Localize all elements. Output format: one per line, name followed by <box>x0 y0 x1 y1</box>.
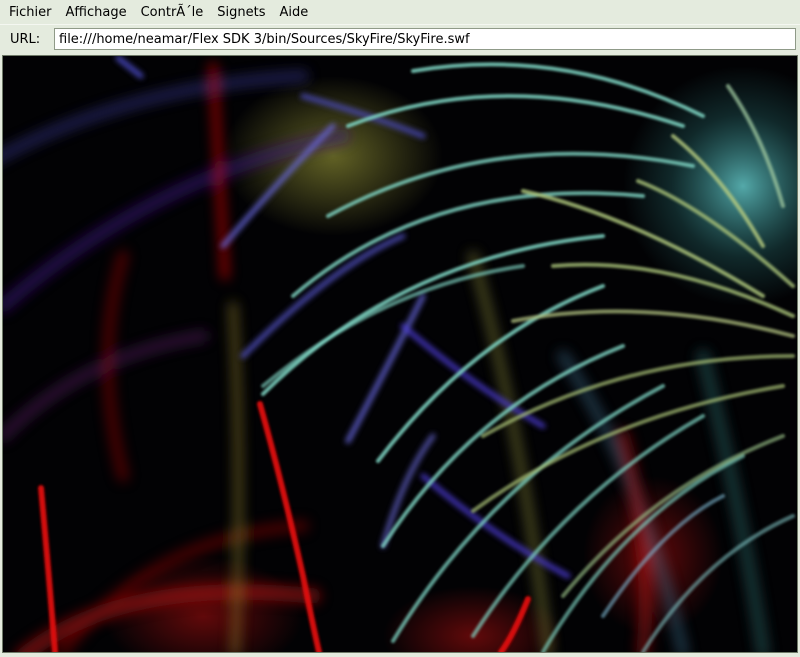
menu-bar: Fichier Affichage ContrÃ´le Signets Aide <box>0 0 800 24</box>
fireworks-canvas <box>3 56 797 652</box>
menu-controle[interactable]: ContrÃ´le <box>134 3 211 22</box>
url-bar: URL: <box>0 24 800 53</box>
menu-aide[interactable]: Aide <box>273 3 316 22</box>
flash-stage[interactable] <box>2 55 798 653</box>
url-label: URL: <box>10 31 41 47</box>
menu-fichier[interactable]: Fichier <box>2 3 59 22</box>
menu-affichage[interactable]: Affichage <box>59 3 134 22</box>
flash-player-window: Fichier Affichage ContrÃ´le Signets Aide… <box>0 0 800 657</box>
menu-signets[interactable]: Signets <box>210 3 272 22</box>
url-input[interactable] <box>54 28 796 50</box>
